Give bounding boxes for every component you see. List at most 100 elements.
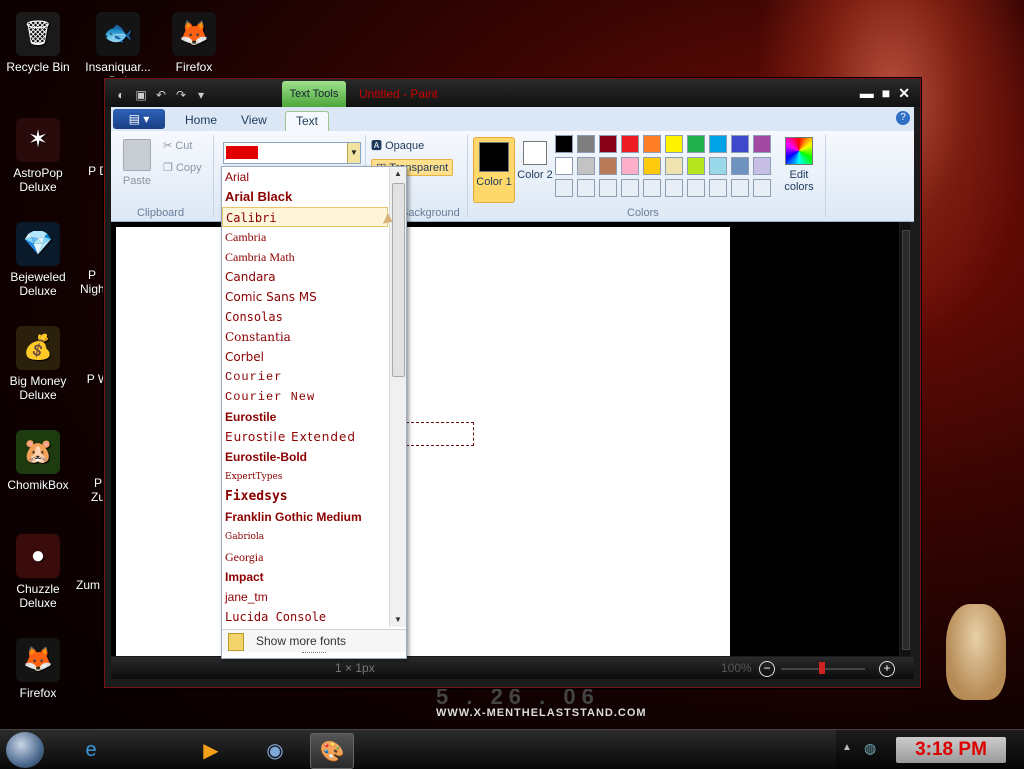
palette-swatch[interactable] [577,157,595,175]
palette-swatch[interactable] [665,179,683,197]
clock[interactable]: 3:18 PM [896,737,1006,763]
taskbar-globe-icon[interactable]: ◉ [254,733,296,767]
font-item[interactable]: Arial Black [222,187,388,207]
palette-swatch[interactable] [643,179,661,197]
show-hidden-icons-icon[interactable]: ▲ [842,742,852,753]
taskbar-paint-icon[interactable]: 🎨 [310,733,354,769]
palette-swatch[interactable] [709,135,727,153]
palette-swatch[interactable] [599,179,617,197]
scroll-down-icon[interactable]: ▼ [390,613,406,627]
desktop-icon[interactable]: ✶ AstroPop Deluxe [0,118,76,194]
font-item[interactable]: Eurostile [222,407,388,427]
palette-swatch[interactable] [665,135,683,153]
close-button[interactable]: ✕ [898,85,910,102]
desktop-icon[interactable]: 🐹 ChomikBox [0,430,76,492]
text-box[interactable] [406,422,474,446]
palette-swatch[interactable] [687,179,705,197]
font-item[interactable]: Gabriola [222,527,388,547]
font-item[interactable]: Comic Sans MS [222,287,388,307]
network-icon[interactable]: ◍ [864,740,876,757]
font-item[interactable]: Courier [222,367,388,387]
palette-swatch[interactable] [687,135,705,153]
palette-swatch[interactable] [577,179,595,197]
title-bar[interactable]: ◐ ▣ ↶ ↷ ▾ Text Tools Untitled - Paint ▬ … [105,79,920,107]
font-family-combo[interactable]: ▼ [223,142,361,164]
palette-swatch[interactable] [599,135,617,153]
minimize-button[interactable]: ▬ [860,85,874,102]
palette-swatch[interactable] [753,135,771,153]
font-item[interactable]: Fixedsys [222,487,388,507]
font-item[interactable]: Calibri [222,207,388,227]
customize-qa-icon[interactable]: ▾ [193,87,209,103]
font-item[interactable]: ExpertTypes [222,467,388,487]
desktop-icon[interactable]: 🐟Insaniquar... Del [80,12,156,88]
redo-icon[interactable]: ↷ [173,87,189,103]
copy-button[interactable]: ❐ Copy [163,161,202,174]
opaque-option[interactable]: 🅰 Opaque [371,137,424,153]
font-item[interactable]: jane_tm [222,587,388,607]
desktop-icon[interactable]: 🗑 Recycle Bin [0,12,76,74]
show-more-fonts-button[interactable]: Show more fonts [222,629,406,652]
palette-swatch[interactable] [599,157,617,175]
tab-view[interactable]: View [231,111,277,131]
palette-swatch[interactable] [621,135,639,153]
zoom-slider-thumb[interactable] [819,662,825,674]
font-item[interactable]: Cambria Math [222,247,388,267]
palette-swatch[interactable] [621,179,639,197]
scroll-up-icon[interactable]: ▲ [390,167,406,181]
paint-menu-button[interactable]: ▤ ▾ [113,109,165,129]
font-item[interactable]: Eurostile Extended [222,427,388,447]
color1-button[interactable]: Color 1 [473,137,515,203]
zoom-in-button[interactable]: + [879,661,895,677]
font-item[interactable]: Georgia [222,547,388,567]
desktop-icon[interactable]: 💰 Big Money Deluxe [0,326,76,402]
font-item[interactable]: Franklin Gothic Medium [222,507,388,527]
taskbar-internet-explorer-icon[interactable]: e [70,733,112,767]
taskbar-media-player-icon[interactable]: ▶ [190,733,232,767]
canvas-vertical-scrollbar[interactable] [900,222,910,656]
edit-colors-button[interactable]: Edit colors [779,137,819,193]
desktop-icon[interactable]: 💎 Bejeweled Deluxe [0,222,76,298]
chevron-down-icon[interactable]: ▼ [347,143,360,163]
palette-swatch[interactable] [643,157,661,175]
palette-swatch[interactable] [709,157,727,175]
palette-swatch[interactable] [731,179,749,197]
palette-swatch[interactable] [621,157,639,175]
maximize-button[interactable]: ■ [882,85,890,102]
desktop-icon[interactable]: 🦊 Firefox [0,638,76,700]
palette-swatch[interactable] [555,135,573,153]
font-item[interactable]: Eurostile-Bold [222,447,388,467]
font-list-scrollbar[interactable]: ▲ ▼ [389,167,406,627]
font-item[interactable]: Consolas [222,307,388,327]
font-item[interactable]: Lucida Console [222,607,388,627]
palette-swatch[interactable] [753,179,771,197]
font-item[interactable]: Impact [222,567,388,587]
font-item[interactable]: Candara [222,267,388,287]
font-item[interactable]: Corbel [222,347,388,367]
palette-swatch[interactable] [665,157,683,175]
palette-swatch[interactable] [753,157,771,175]
desktop-icon[interactable]: ● Chuzzle Deluxe [0,534,76,610]
zoom-out-button[interactable]: − [759,661,775,677]
save-icon[interactable]: ▣ [133,87,149,103]
cut-button[interactable]: ✂ Cut [163,139,192,152]
paste-button[interactable]: Paste [117,139,157,187]
desktop-icon[interactable]: 🦊 Firefox [156,12,232,74]
palette-swatch[interactable] [731,157,749,175]
font-item[interactable]: Courier New [222,387,388,407]
palette-swatch[interactable] [555,179,573,197]
font-item[interactable]: Constantia [222,327,388,347]
scrollbar-thumb[interactable] [392,183,405,377]
palette-swatch[interactable] [577,135,595,153]
palette-swatch[interactable] [687,157,705,175]
scrollbar-thumb[interactable] [902,230,910,650]
paint-app-icon[interactable]: ◐ [113,87,129,103]
palette-swatch[interactable] [555,157,573,175]
palette-swatch[interactable] [731,135,749,153]
font-item[interactable]: Arial [222,167,388,187]
color2-button[interactable]: Color 2 [515,137,555,201]
palette-swatch[interactable] [643,135,661,153]
help-icon[interactable]: ? [896,111,910,125]
tab-text[interactable]: Text [285,111,330,132]
drawing-canvas[interactable] [116,227,730,656]
